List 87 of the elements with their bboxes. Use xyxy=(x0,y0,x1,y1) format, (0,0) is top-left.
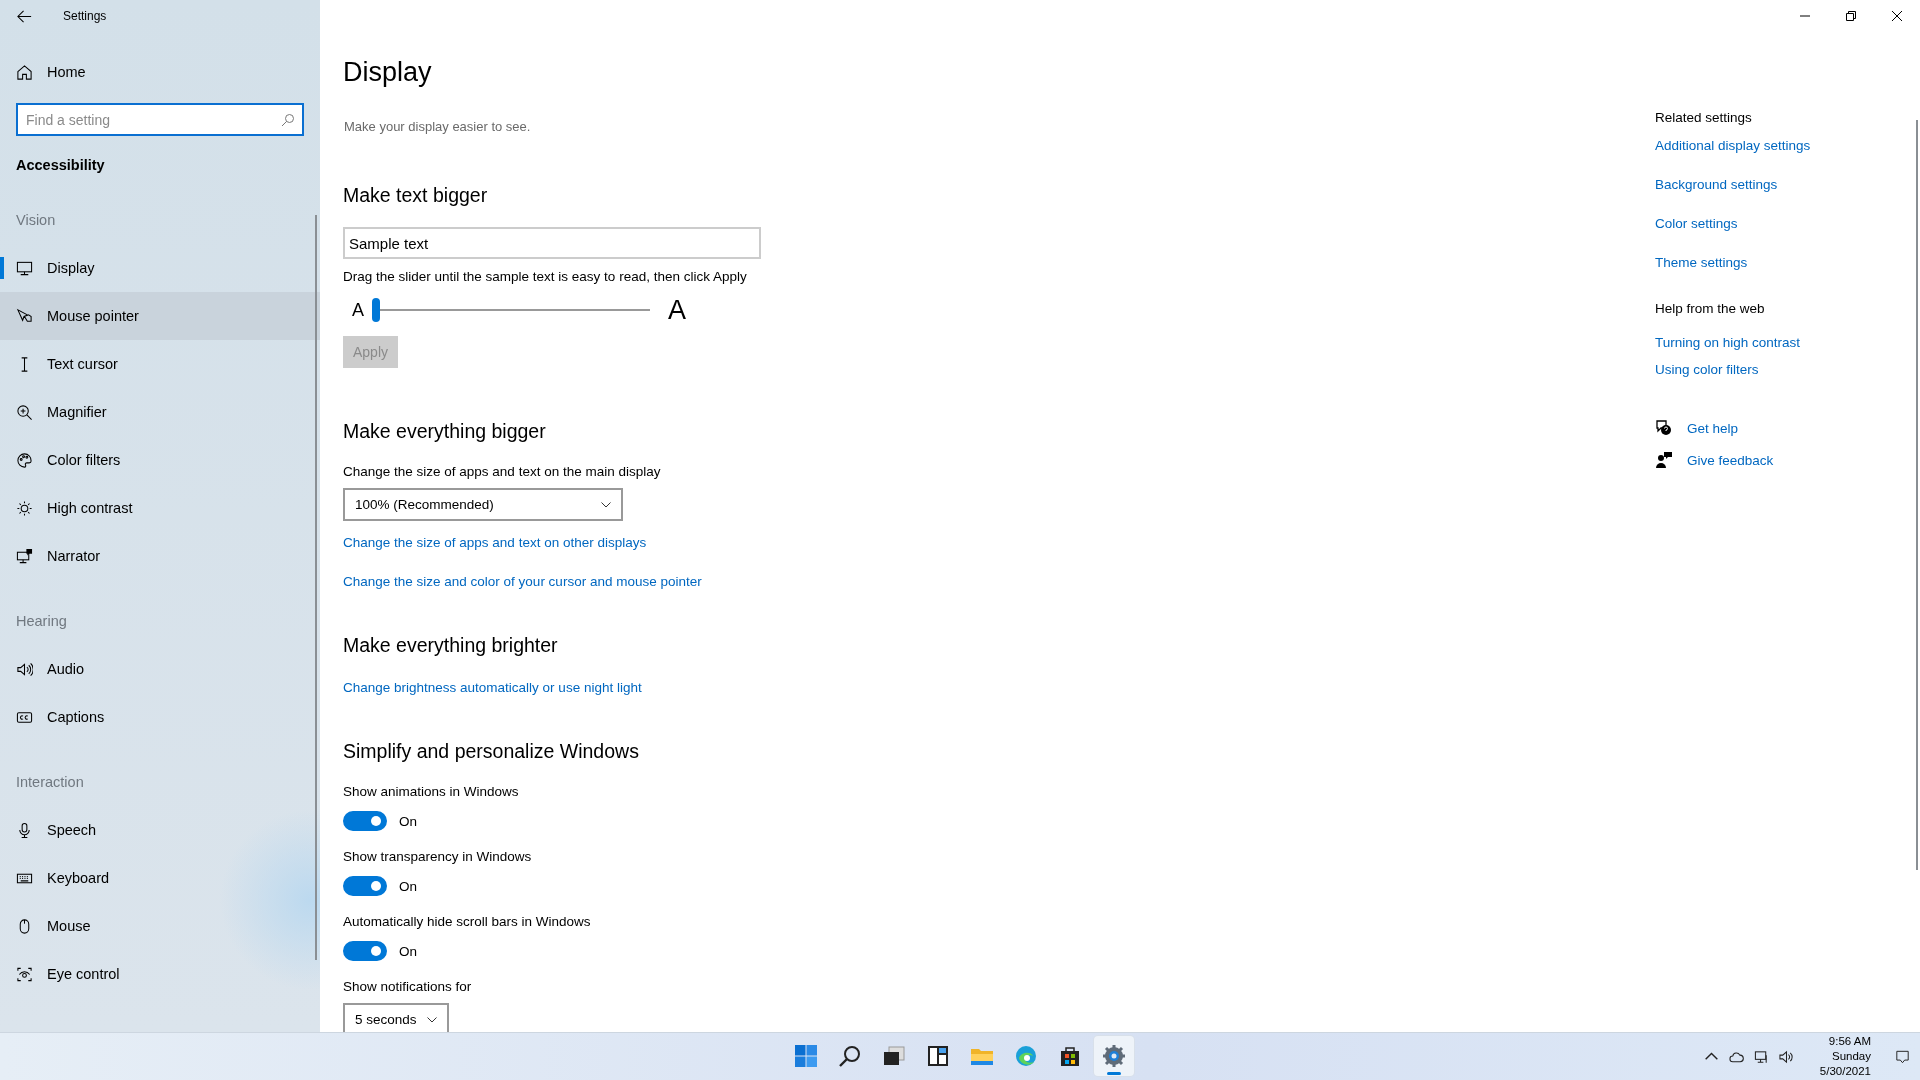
sidebar-item[interactable]: Eye control xyxy=(0,950,320,998)
microphone-icon xyxy=(16,821,33,839)
section-heading: Simplify and personalize Windows xyxy=(343,739,640,764)
section-heading: Make everything bigger xyxy=(343,419,547,444)
palette-icon xyxy=(16,451,33,469)
scrollbar[interactable] xyxy=(1916,120,1918,870)
close-icon[interactable] xyxy=(1892,11,1902,21)
widgets-icon xyxy=(926,1044,950,1068)
setting-label: Automatically hide scroll bars in Windows xyxy=(343,913,592,931)
page-description: Make your display easier to see. xyxy=(344,119,532,135)
sun-icon xyxy=(16,499,33,517)
notification-icon[interactable] xyxy=(1895,1049,1910,1064)
toggle-state: On xyxy=(399,813,417,829)
sidebar-item[interactable]: Mouse xyxy=(0,902,320,950)
sidebar-item[interactable]: Keyboard xyxy=(0,854,320,902)
pointer-hand-icon xyxy=(16,307,33,325)
scrollbar[interactable] xyxy=(315,215,317,960)
small-letter-label: A xyxy=(352,299,364,321)
window-title: Settings xyxy=(63,9,107,23)
home-item[interactable]: Home xyxy=(0,48,320,96)
chat-help-icon xyxy=(1655,419,1673,437)
setting-label: Drag the slider until the sample text is easy to read, then click Apply xyxy=(343,268,748,286)
sidebar-item[interactable]: Narrator xyxy=(0,532,320,580)
sidebar-item[interactable]: Color filters xyxy=(0,436,320,484)
toggle-state: On xyxy=(399,943,417,959)
network-icon[interactable] xyxy=(1753,1049,1769,1064)
link[interactable]: Change the size and color of your cursor and mouse pointer xyxy=(343,573,1655,591)
link[interactable]: Give feedback xyxy=(1687,452,1774,468)
group-heading: Hearing xyxy=(15,612,68,631)
link[interactable]: Using color filters xyxy=(1655,361,1920,379)
category-heading: Accessibility xyxy=(16,156,106,175)
search-icon xyxy=(838,1044,862,1068)
side-heading: Related settings xyxy=(1655,109,1753,127)
section-heading: Make text bigger xyxy=(343,183,489,208)
sidebar-item[interactable]: Speech xyxy=(0,806,320,854)
toggle-switch[interactable] xyxy=(343,941,387,961)
home-icon xyxy=(16,63,33,81)
chevron-down-icon xyxy=(601,501,611,508)
side-heading: Help from the web xyxy=(1655,300,1766,318)
gear-icon xyxy=(1102,1044,1126,1068)
active-indicator xyxy=(1107,1072,1121,1075)
link[interactable]: Background settings xyxy=(1655,176,1920,194)
person-feedback-icon xyxy=(1655,451,1673,469)
sidebar-item[interactable]: High contrast xyxy=(0,484,320,532)
browser-swirl-icon xyxy=(1014,1044,1038,1068)
sidebar-item[interactable]: Captions xyxy=(0,693,320,741)
magnifier-icon xyxy=(16,403,33,421)
eye-icon xyxy=(16,965,33,983)
cloud-icon[interactable] xyxy=(1728,1049,1744,1064)
setting-label: Show transparency in Windows xyxy=(343,848,533,866)
link[interactable]: Change the size of apps and text on other displays xyxy=(343,534,1655,552)
sidebar-item[interactable]: Audio xyxy=(0,645,320,693)
group-heading: Interaction xyxy=(15,773,85,792)
large-letter-label: A xyxy=(668,294,687,326)
link[interactable]: Get help xyxy=(1687,420,1739,436)
search-icon xyxy=(281,113,295,127)
setting-label: Show notifications for xyxy=(343,978,473,996)
group-heading: Vision xyxy=(15,211,57,230)
toggle-switch[interactable] xyxy=(343,876,387,896)
restore-icon[interactable] xyxy=(1846,11,1856,21)
toggle-state: On xyxy=(399,878,417,894)
monitor-speech-icon xyxy=(16,547,33,565)
chevron-down-icon xyxy=(427,1016,437,1023)
link[interactable]: Change brightness automatically or use night light xyxy=(343,679,1655,697)
start-icon xyxy=(794,1044,818,1068)
sidebar-item[interactable]: Magnifier xyxy=(0,388,320,436)
toggle-switch[interactable] xyxy=(343,811,387,831)
slider-thumb[interactable] xyxy=(372,298,380,322)
speaker-icon xyxy=(16,660,33,678)
link[interactable]: Additional display settings xyxy=(1655,137,1920,155)
stacked-windows-icon xyxy=(882,1044,906,1068)
link[interactable]: Turning on high contrast xyxy=(1655,334,1920,352)
sidebar-item[interactable]: Text cursor xyxy=(0,340,320,388)
monitor-icon xyxy=(16,259,33,277)
page-title: Display xyxy=(343,56,433,89)
link[interactable]: Color settings xyxy=(1655,215,1920,233)
link[interactable]: Theme settings xyxy=(1655,254,1920,272)
shopping-bag-icon xyxy=(1058,1044,1082,1068)
sample-text-field[interactable]: Sample text xyxy=(343,227,761,259)
sidebar-item[interactable]: Mouse pointer xyxy=(0,292,320,340)
clock[interactable]: 9:56 AM Sunday 5/30/2021 xyxy=(1819,1034,1871,1079)
section-heading: Make everything brighter xyxy=(343,633,559,658)
search-field[interactable]: Find a setting xyxy=(16,103,304,136)
setting-label: Show animations in Windows xyxy=(343,783,520,801)
dropdown[interactable]: 100% (Recommended) xyxy=(343,488,623,521)
speaker-icon[interactable] xyxy=(1778,1049,1794,1064)
setting-label: Change the size of apps and text on the main display xyxy=(343,463,662,481)
